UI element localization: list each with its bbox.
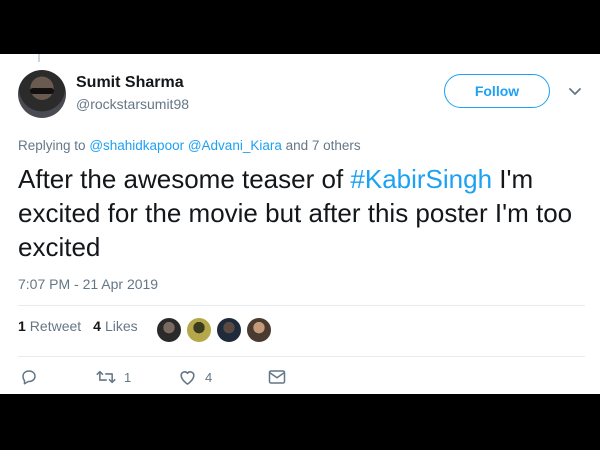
liker-avatar[interactable]: [216, 317, 242, 343]
author-avatar[interactable]: [18, 70, 66, 118]
retweets-stat[interactable]: 1 Retweet: [18, 318, 81, 334]
heart-icon: [180, 371, 195, 385]
like-count: 4: [205, 369, 213, 385]
replying-to-prefix: Replying to: [18, 138, 86, 153]
mention-link-shahidkapoor[interactable]: @shahidkapoor: [89, 138, 184, 153]
replying-to-others[interactable]: and 7 others: [286, 138, 361, 153]
mention-link-advani-kiara[interactable]: @Advani_Kiara: [188, 138, 282, 153]
likes-stat[interactable]: 4 Likes: [93, 318, 137, 334]
retweet-icon: [96, 370, 116, 384]
retweets-stat-count: 1: [18, 318, 26, 334]
reply-icon: [22, 370, 36, 385]
divider-bottom: [18, 356, 585, 357]
tweet-timestamp[interactable]: 7:07 PM - 21 Apr 2019: [18, 276, 158, 292]
reply-button[interactable]: [20, 368, 96, 386]
author-display-name[interactable]: Sumit Sharma: [76, 74, 184, 92]
engagement-stats: 1 Retweet 4 Likes: [18, 318, 150, 334]
thread-connector-line: [38, 54, 40, 62]
author-handle[interactable]: @rockstarsumit98: [76, 96, 189, 112]
follow-button[interactable]: Follow: [444, 74, 550, 108]
action-bar: 1 4: [20, 368, 286, 386]
replying-to-line: Replying to @shahidkapoor @Advani_Kiara …: [18, 138, 361, 153]
envelope-icon: [268, 370, 286, 384]
direct-message-button[interactable]: [268, 369, 286, 385]
like-button[interactable]: 4: [178, 368, 268, 386]
likes-stat-label: Likes: [104, 318, 138, 334]
liker-avatar[interactable]: [246, 317, 272, 343]
liker-avatar[interactable]: [156, 317, 182, 343]
retweet-count: 1: [124, 369, 132, 385]
liker-avatars: [156, 317, 276, 343]
retweet-button[interactable]: 1: [96, 368, 178, 386]
tweet-body: After the awesome teaser of #KabirSingh …: [18, 162, 588, 264]
chevron-down-icon[interactable]: [568, 84, 582, 98]
tweet-text-part1: After the awesome teaser of: [18, 164, 351, 194]
liker-avatar[interactable]: [186, 317, 212, 343]
tweet-card: Sumit Sharma @rockstarsumit98 Follow Rep…: [0, 54, 600, 394]
retweets-stat-label: Retweet: [29, 318, 82, 334]
likes-stat-count: 4: [93, 318, 101, 334]
divider-top: [18, 305, 585, 306]
hashtag-link[interactable]: #KabirSingh: [350, 164, 492, 194]
